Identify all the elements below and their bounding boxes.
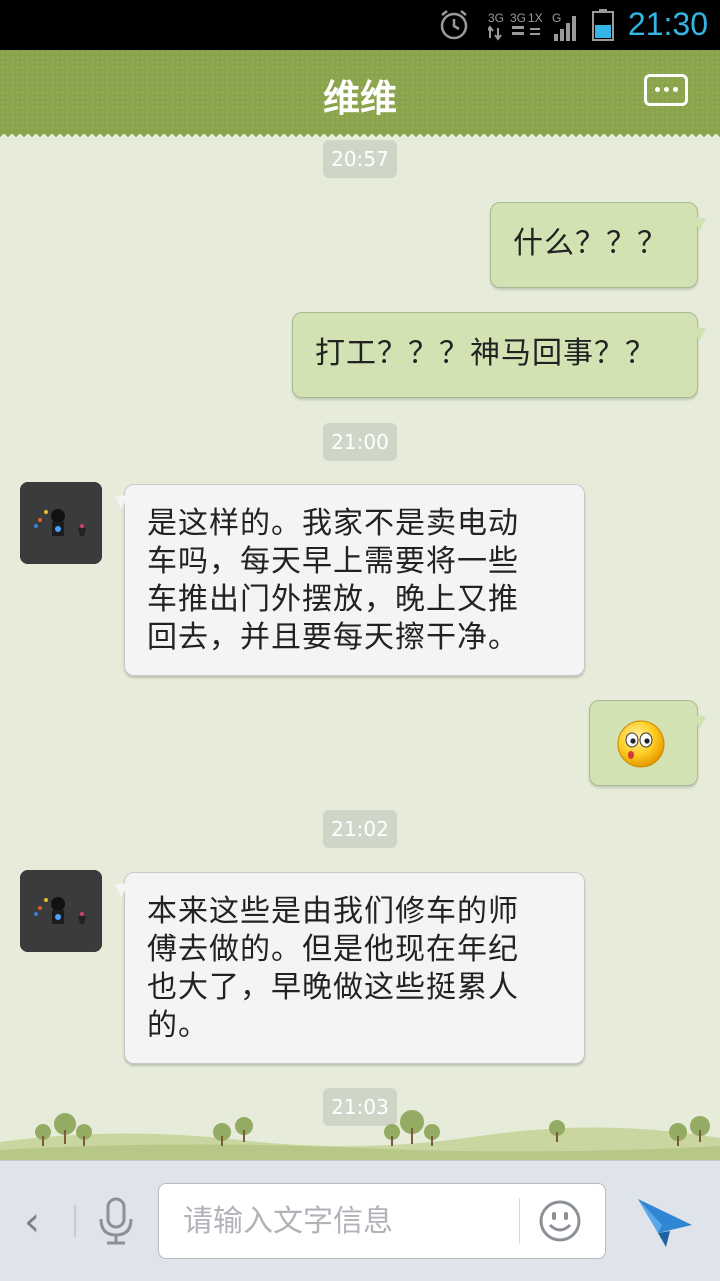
timestamp: 21:02	[323, 810, 397, 848]
landscape-decoration	[0, 1110, 720, 1162]
outgoing-message[interactable]: 打工？？？神马回事？？	[292, 312, 698, 398]
smiley-icon[interactable]	[537, 1198, 583, 1244]
more-options-icon-dot	[664, 87, 669, 92]
avatar-image	[20, 482, 102, 564]
surprised-emoji-icon	[617, 720, 665, 768]
message-input[interactable]	[181, 1198, 515, 1244]
network-label: 3G	[510, 11, 526, 25]
alarm-icon	[440, 10, 468, 40]
outgoing-message[interactable]: 什么？？？	[490, 202, 698, 288]
message-text-line: 是这样的。我家不是卖电动	[147, 506, 519, 541]
divider	[74, 1205, 76, 1237]
message-text-line: 车推出门外摆放，晚上又推	[147, 582, 519, 617]
status-time: 21:30	[627, 6, 708, 42]
status-bar: 3G 3G 1X G 21:30	[0, 0, 720, 50]
battery-icon	[592, 9, 614, 41]
message-input-bar: ‹	[0, 1160, 720, 1281]
microphone-icon[interactable]	[96, 1197, 136, 1247]
chat-message-list[interactable]: 20:57 什么？？？ 打工？？？神马回事？？ 21:00 是这样的。我家不是卖…	[0, 134, 720, 1188]
contact-name-title: 维维	[323, 77, 397, 120]
network-label: G	[552, 11, 561, 25]
contact-avatar[interactable]	[20, 870, 102, 952]
message-text-line: 也大了，早晚做这些挺累人	[147, 970, 519, 1005]
timestamp: 20:57	[323, 140, 397, 178]
message-text: 什么？？？	[513, 226, 668, 261]
network-label: 3G	[488, 11, 504, 25]
incoming-message[interactable]: 是这样的。我家不是卖电动 车吗，每天早上需要将一些 车推出门外摆放，晚上又推 回…	[124, 484, 585, 676]
message-text-line: 傅去做的。但是他现在年纪	[147, 932, 519, 967]
divider	[519, 1198, 520, 1244]
incoming-message[interactable]: 本来这些是由我们修车的师 傅去做的。但是他现在年纪 也大了，早晚做这些挺累人 的…	[124, 872, 585, 1064]
message-input-box	[158, 1183, 606, 1259]
more-options-button[interactable]	[644, 74, 688, 106]
send-icon[interactable]	[636, 1195, 694, 1249]
message-text: 打工？？？神马回事？？	[315, 336, 656, 371]
more-options-icon	[655, 87, 660, 92]
contact-avatar[interactable]	[20, 482, 102, 564]
timestamp: 21:00	[323, 423, 397, 461]
message-text-line: 车吗，每天早上需要将一些	[147, 544, 519, 579]
message-text-line: 的。	[147, 1008, 209, 1043]
more-options-icon-dot	[673, 87, 678, 92]
outgoing-emoji-message[interactable]	[589, 700, 698, 786]
message-text-line: 本来这些是由我们修车的师	[147, 894, 519, 929]
network-3g-icon: 3G 3G 1X G	[488, 11, 576, 41]
avatar-image	[20, 870, 102, 952]
chat-header: 维维	[0, 50, 720, 140]
network-label: 1X	[528, 11, 543, 25]
chevron-left-icon[interactable]: ‹	[24, 1199, 40, 1245]
message-text-line: 回去，并且要每天擦干净。	[147, 620, 519, 655]
